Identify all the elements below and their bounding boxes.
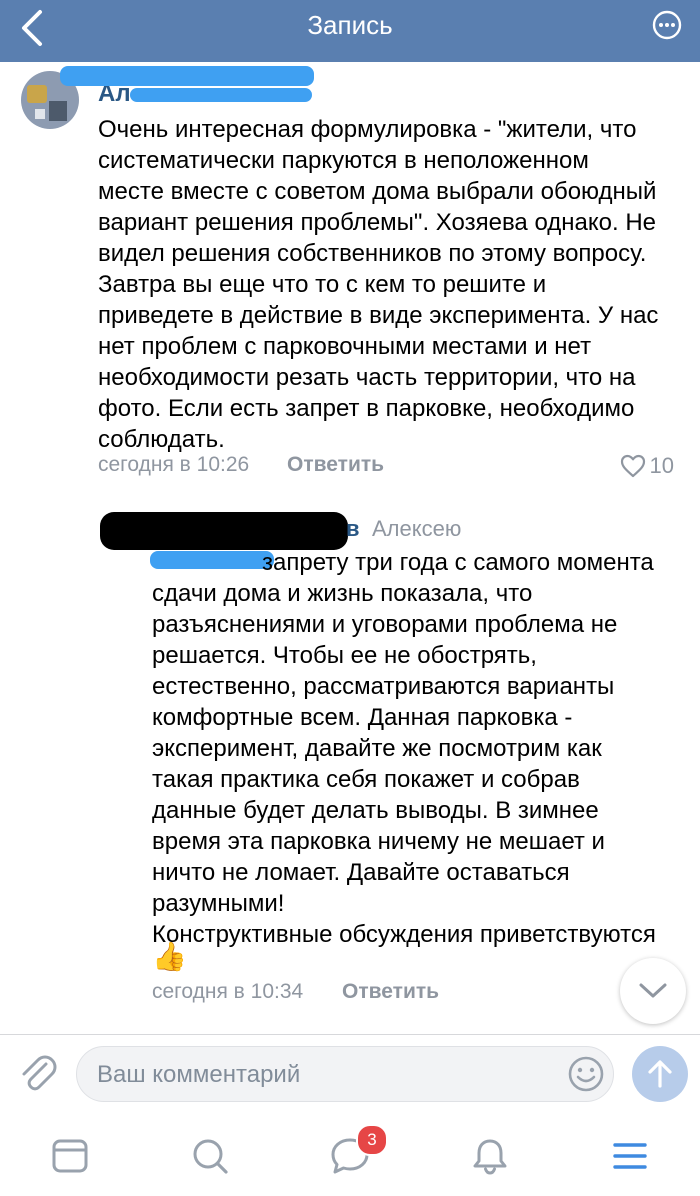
comment-timestamp: сегодня в 10:26 [98,453,250,476]
thumbs-up-emoji: 👍 [152,941,187,972]
paperclip-icon[interactable] [16,1050,58,1094]
top-nav-bar: Запись [0,0,700,62]
reply-button[interactable]: Ответить [287,452,384,478]
redaction-mark [150,551,274,569]
bottom-tab-bar [0,1116,700,1196]
comment-input-container[interactable] [76,1046,614,1102]
tab-news[interactable] [40,1126,100,1186]
search-icon [193,1139,228,1174]
send-button[interactable] [632,1046,688,1102]
smile-icon[interactable] [567,1055,605,1093]
reply-timestamp: сегодня в 10:34 [152,980,304,1003]
reply-author-name[interactable]: в [346,516,360,542]
chevron-down-icon [639,983,667,998]
redaction-mark [130,88,312,102]
comment-text: Очень интересная формулировка - "жители,… [98,116,659,453]
composer-divider [0,1034,700,1035]
page-title: Запись [307,10,393,40]
reply-button[interactable]: Ответить [342,979,439,1005]
notifications-icon [473,1139,507,1175]
scroll-down-button[interactable] [620,958,686,1024]
like-count: 10 [649,453,674,478]
send-arrow-icon [648,1060,672,1088]
redaction-mark [60,66,314,86]
like-button[interactable]: 10 [620,452,674,480]
news-icon [52,1139,88,1173]
heart-icon [620,454,645,478]
menu-icon [613,1143,647,1169]
more-dots-icon[interactable] [652,10,682,40]
messages-badge: 3 [356,1124,388,1156]
comment-input[interactable] [95,1057,559,1093]
tab-search[interactable] [180,1126,240,1186]
redaction-mark[interactable] [100,512,348,550]
tab-menu[interactable] [600,1126,660,1186]
reply-to-name[interactable]: Алексею [372,516,461,542]
reply-text-first-line: запрету три года с самого момента [262,549,654,576]
reply-text: сдачи дома и жизнь показала, что разъясн… [152,580,656,948]
tab-notifications[interactable] [460,1126,520,1186]
